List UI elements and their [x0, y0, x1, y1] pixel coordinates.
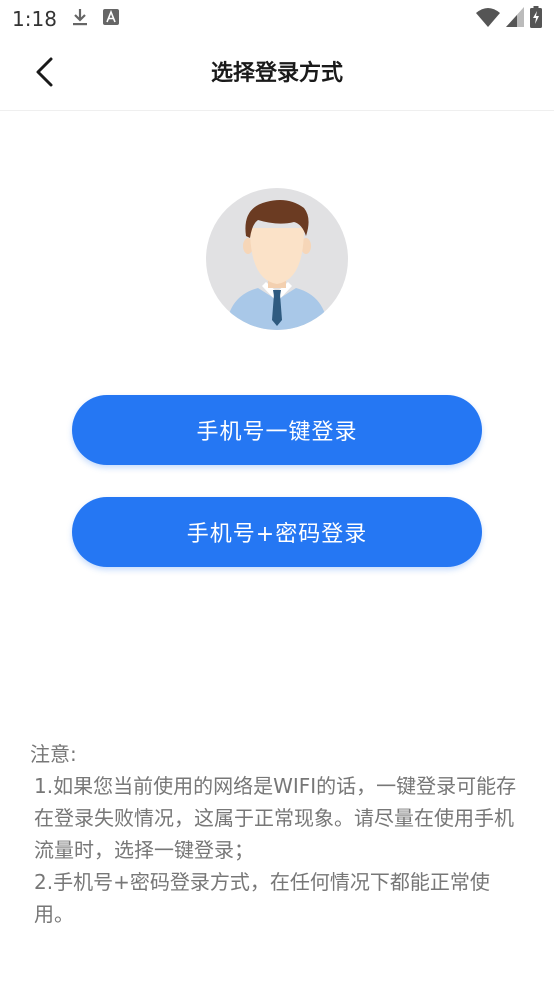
download-icon: [71, 7, 89, 31]
a-notification-icon: [102, 9, 119, 29]
signal-icon: [506, 7, 524, 31]
one-key-login-button[interactable]: 手机号一键登录: [72, 395, 482, 465]
password-login-button[interactable]: 手机号+密码登录: [72, 497, 482, 567]
notice-item: 1.如果您当前使用的网络是WIFI的话，一键登录可能存在登录失败情况，这属于正常…: [34, 774, 517, 862]
notice-heading: 注意:: [30, 742, 77, 766]
avatar: [206, 188, 348, 330]
notice: 注意: 1.如果您当前使用的网络是WIFI的话，一键登录可能存在登录失败情况，这…: [30, 738, 526, 930]
notice-item: 2.手机号+密码登录方式，在任何情况下都能正常使用。: [34, 870, 490, 926]
user-avatar-icon: [226, 200, 328, 330]
header: 选择登录方式: [0, 38, 554, 111]
wifi-icon: [476, 7, 500, 31]
status-time: 1:18: [12, 7, 57, 31]
status-bar: 1:18: [0, 0, 554, 38]
status-right: [476, 6, 542, 32]
battery-icon: [530, 6, 542, 32]
status-left: 1:18: [12, 7, 119, 31]
page-title: 选择登录方式: [210, 61, 343, 86]
